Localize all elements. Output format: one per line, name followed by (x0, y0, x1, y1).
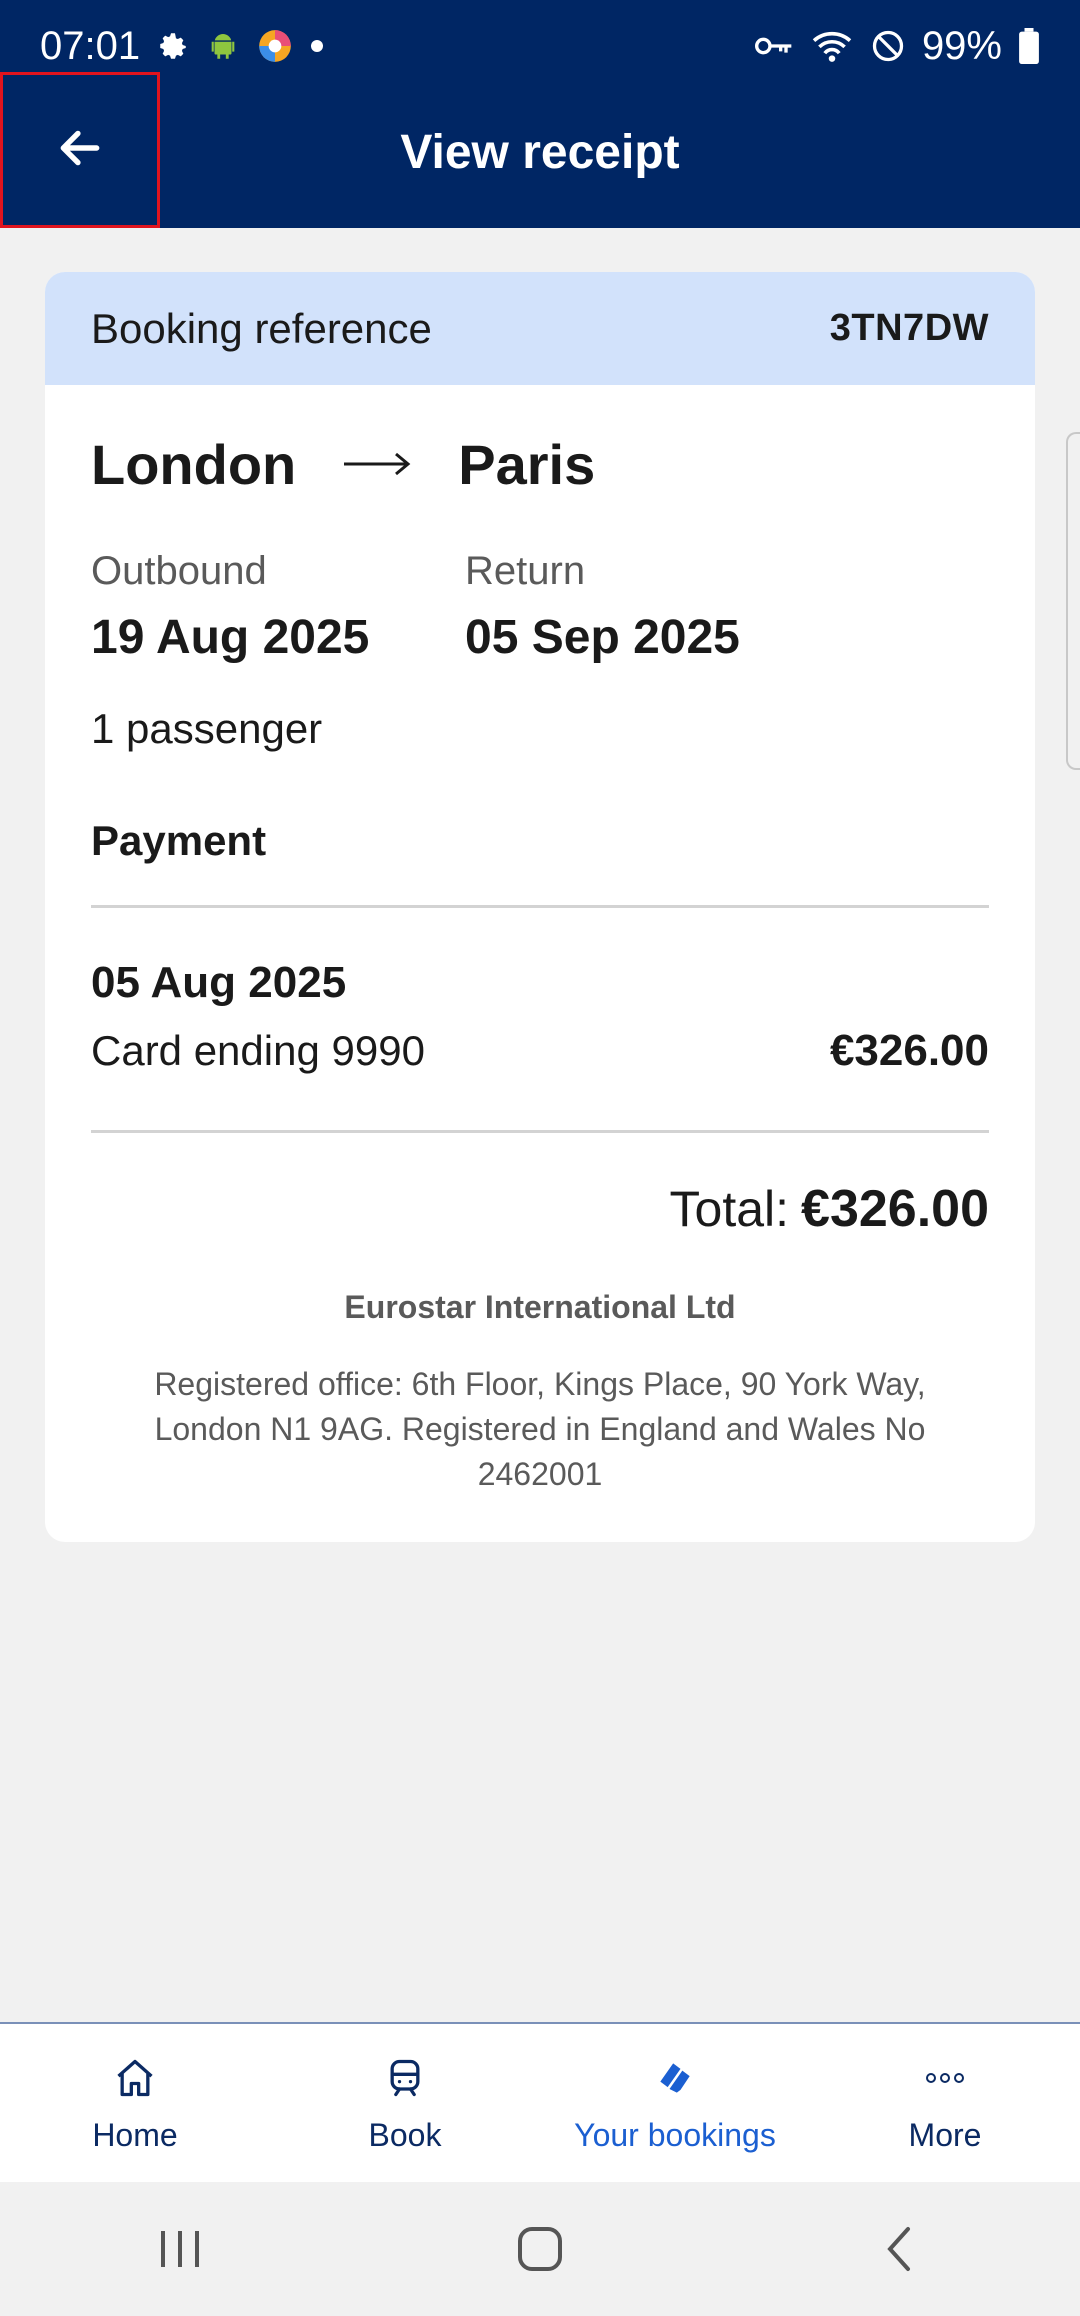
app-root: 07:01 99% View receipt Booking reference… (0, 0, 1080, 2316)
bottom-nav: Home Book Your bookings More (0, 2022, 1080, 2182)
total-label: Total: (669, 1181, 790, 1237)
return-info: Return 05 Sep 2025 (465, 549, 839, 665)
wifi-icon (810, 28, 854, 64)
journey-dates: Outbound 19 Aug 2025 Return 05 Sep 2025 (91, 549, 989, 665)
edge-icon (256, 27, 294, 65)
payment-row: Card ending 9990 €326.00 (91, 1026, 989, 1076)
more-icon (923, 2053, 967, 2103)
payment-amount: €326.00 (829, 1026, 989, 1075)
train-icon (383, 2053, 427, 2103)
dot-icon (310, 39, 324, 53)
total-value: €326.00 (801, 1180, 989, 1238)
nav-your-bookings-label: Your bookings (574, 2116, 776, 2153)
status-time: 07:01 (40, 23, 141, 68)
recents-button[interactable] (120, 2209, 240, 2289)
outbound-label: Outbound (91, 549, 267, 593)
card-ending: Card ending 9990 (91, 1027, 425, 1074)
home-icon (113, 2053, 157, 2103)
booking-reference-label: Booking reference (91, 304, 432, 352)
company-address: Registered office: 6th Floor, Kings Plac… (154, 1366, 926, 1492)
key-icon (754, 31, 794, 61)
company-name: Eurostar International Ltd (344, 1289, 736, 1325)
outbound-date: 19 Aug 2025 (91, 611, 370, 664)
nav-more[interactable]: More (810, 2053, 1080, 2154)
nav-your-bookings[interactable]: Your bookings (540, 2053, 810, 2154)
return-label: Return (465, 549, 586, 593)
payment-date: 05 Aug 2025 (91, 958, 347, 1007)
nav-book[interactable]: Book (270, 2053, 540, 2154)
system-nav-bar (0, 2182, 1080, 2316)
journey-route: London Paris (91, 429, 989, 499)
android-icon (206, 29, 240, 63)
back-system-button[interactable] (840, 2209, 960, 2289)
back-button[interactable] (0, 72, 160, 228)
divider (91, 1130, 989, 1133)
status-bar: 07:01 99% (0, 0, 1080, 92)
app-header: View receipt (0, 72, 1080, 228)
battery-percent: 99% (921, 23, 1002, 68)
destination-station: Paris (458, 432, 596, 496)
passenger-count: 1 passenger (91, 705, 323, 752)
origin-station: London (91, 432, 297, 496)
return-date: 05 Sep 2025 (465, 611, 740, 664)
arrow-left-icon (55, 123, 105, 178)
receipt-body: London Paris Outbound 19 Aug 2025 Return… (45, 429, 1035, 1497)
booking-reference-value: 3TN7DW (829, 307, 989, 349)
nav-more-label: More (908, 2116, 982, 2153)
booking-reference-bar: Booking reference 3TN7DW (45, 272, 1035, 385)
edge-panel-handle[interactable] (1066, 432, 1080, 770)
nav-home[interactable]: Home (0, 2053, 270, 2154)
receipt-card: Booking reference 3TN7DW London Paris Ou… (45, 272, 1035, 1542)
nav-book-label: Book (368, 2116, 442, 2153)
payment-heading: Payment (91, 817, 267, 864)
nav-home-label: Home (92, 2116, 178, 2153)
status-left: 07:01 (40, 24, 324, 69)
outbound-info: Outbound 19 Aug 2025 (91, 549, 465, 665)
tickets-icon (651, 2053, 699, 2103)
battery-icon (1018, 28, 1040, 64)
settings-icon (156, 29, 190, 63)
status-right: 99% (754, 24, 1040, 69)
total-row: Total: €326.00 (91, 1179, 989, 1239)
divider (91, 905, 989, 908)
home-system-button[interactable] (480, 2209, 600, 2289)
page-title: View receipt (400, 125, 680, 179)
arrow-right-icon (342, 449, 412, 479)
no-disturb-icon (870, 28, 906, 64)
